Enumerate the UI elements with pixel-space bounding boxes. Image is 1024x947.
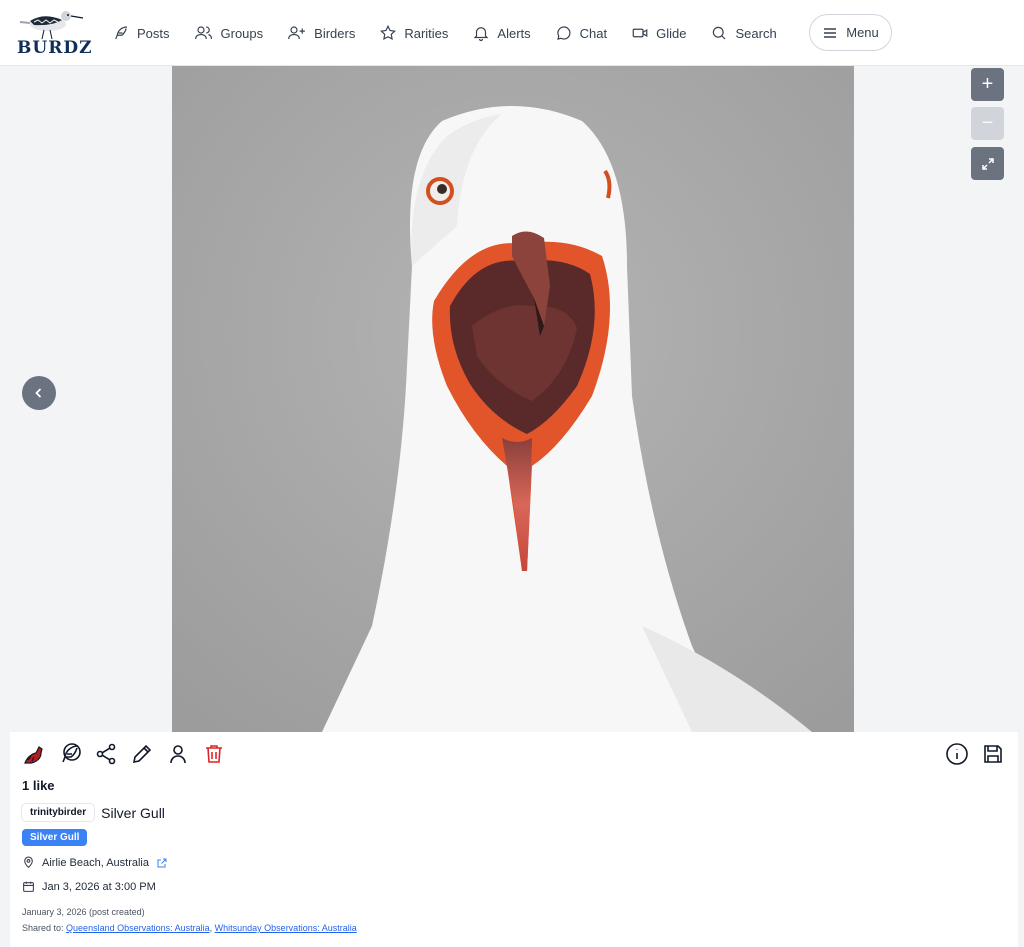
shared-group-link[interactable]: Whitsunday Observations: Australia [215,923,357,933]
trash-icon [206,745,222,763]
nav-birders-label: Birders [314,25,356,41]
map-pin-icon [24,856,33,869]
users-icon [194,26,212,40]
tag-person-button[interactable] [166,742,202,766]
like-button[interactable] [22,742,58,766]
previous-photo-button[interactable] [22,376,56,410]
chat-bubble-icon [556,26,571,40]
post-caption: Silver Gull [101,804,165,821]
nav-search[interactable]: Search [698,14,788,52]
person-icon [170,745,186,764]
share-icon [96,743,116,765]
search-icon [713,26,726,40]
bell-icon [473,27,489,42]
save-button[interactable] [981,742,1005,766]
save-icon [984,745,1002,763]
nav-posts-label: Posts [137,25,170,41]
post-created-date: January 3, 2026 (post created) [22,907,145,917]
nav-groups[interactable]: Groups [182,14,276,52]
nav-rarities[interactable]: Rarities [367,14,460,52]
zoom-out-label: − [981,112,994,134]
share-button[interactable] [94,742,130,766]
video-camera-icon [632,28,648,38]
calendar-icon [23,881,34,892]
hamburger-icon [824,27,837,38]
bird-photo[interactable] [172,66,854,732]
bird-like-icon [24,746,43,764]
nav-groups-label: Groups [220,25,264,41]
menu-button-label: Menu [846,25,879,40]
nav-alerts[interactable]: Alerts [460,14,542,52]
post-details: 1 like trinitybirder Silver Gull Silver … [10,732,1018,947]
shared-to: Shared to: Queensland Observations: Aust… [22,923,357,933]
zoom-in-button[interactable]: + [971,68,1004,101]
info-icon [946,743,968,765]
menu-button[interactable]: Menu [809,14,892,51]
zoom-out-button[interactable]: − [971,107,1004,140]
zoom-in-label: + [981,73,994,95]
silver-gull-photo [172,66,854,732]
nav-glide[interactable]: Glide [619,14,698,52]
external-link-icon[interactable] [156,857,168,869]
feather-icon [115,26,128,40]
feather-icon [62,743,81,763]
identify-button[interactable] [58,742,94,766]
burdz-logo[interactable]: BURDZ [14,6,91,58]
nav-chat-label: Chat [579,25,608,41]
nav-posts[interactable]: Posts [100,14,182,52]
post-author-line: trinitybirder Silver Gull [22,804,165,821]
user-plus-icon [288,26,306,40]
star-icon [380,24,397,41]
top-navigation-bar: BURDZ Posts Groups Birders Rarities Aler… [0,0,1024,66]
photo-viewer: + − [10,66,1018,732]
nav-glide-label: Glide [656,25,687,41]
delete-button[interactable] [202,742,238,766]
chevron-left-icon [35,388,42,398]
shared-group-link[interactable]: Queensland Observations: Australia [66,923,210,933]
edit-button[interactable] [130,742,166,766]
info-button[interactable] [945,742,969,766]
fullscreen-button[interactable] [971,147,1004,180]
shared-prefix: Shared to: [22,923,64,933]
location-text: Airlie Beach, Australia [42,856,149,869]
brand-name: BURDZ [17,38,93,58]
date-row: Jan 3, 2026 at 3:00 PM [22,880,156,893]
location-row: Airlie Beach, Australia [22,856,175,869]
pencil-icon [132,744,152,764]
nav-rarities-label: Rarities [404,25,449,41]
observed-datetime: Jan 3, 2026 at 3:00 PM [42,880,156,893]
nav-search-label: Search [735,25,777,41]
species-tag[interactable]: Silver Gull [22,829,88,846]
sandpiper-logo-icon [19,11,84,40]
nav-birders[interactable]: Birders [275,14,367,52]
nav-alerts-label: Alerts [497,25,531,41]
nav-chat[interactable]: Chat [543,14,619,52]
post-actions [22,742,238,766]
username-chip[interactable]: trinitybirder [22,804,95,821]
expand-icon [981,157,994,170]
main-nav: Posts Groups Birders Rarities Alerts Cha… [100,14,789,52]
like-count: 1 like [22,778,55,793]
